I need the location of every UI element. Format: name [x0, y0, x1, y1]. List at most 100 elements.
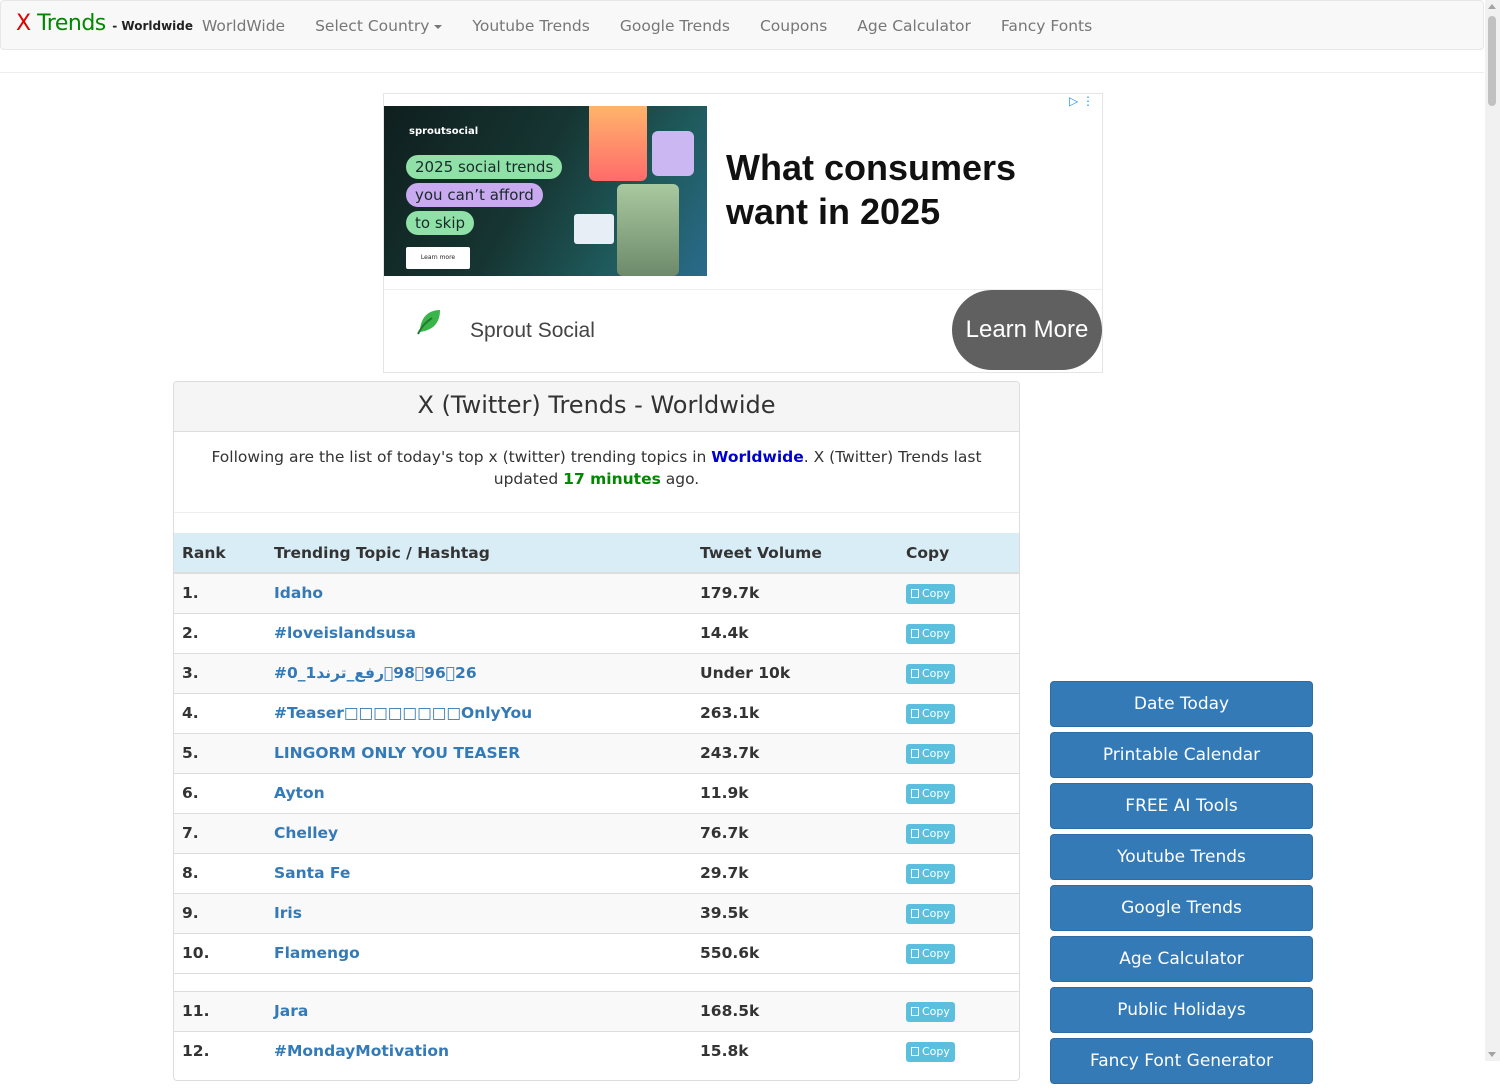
- trend-topic-link[interactable]: Chelley: [274, 824, 338, 842]
- nav-link-google-trends[interactable]: Google Trends: [605, 1, 745, 51]
- ad-image-button: Learn more: [406, 247, 470, 269]
- trend-topic-cell: Ayton: [266, 772, 692, 813]
- scrollbar-thumb[interactable]: [1488, 16, 1496, 106]
- trend-topic-link[interactable]: Jara: [274, 1002, 308, 1020]
- tweet-volume: 76.7k: [692, 812, 898, 853]
- sidebar-button-printable-calendar[interactable]: Printable Calendar: [1050, 732, 1313, 778]
- sidebar-links: Date Today Printable Calendar FREE AI To…: [1050, 681, 1313, 1089]
- copy-icon: [911, 1046, 919, 1056]
- nav-link-coupons[interactable]: Coupons: [745, 1, 842, 51]
- copy-cell: Copy: [898, 612, 1019, 653]
- copy-button[interactable]: Copy: [906, 703, 955, 724]
- nav-link-youtube-trends[interactable]: Youtube Trends: [457, 1, 604, 51]
- sidebar-button-age-calculator[interactable]: Age Calculator: [1050, 936, 1313, 982]
- ad-image-brand: sproutsocial: [409, 126, 479, 137]
- sidebar-button-youtube-trends[interactable]: Youtube Trends: [1050, 834, 1313, 880]
- table-row: 4. #Teaser□□□□□□□□OnlyYou 263.1k Copy: [174, 692, 1019, 733]
- nav-link-age-calculator[interactable]: Age Calculator: [842, 1, 986, 51]
- copy-icon: [911, 628, 919, 638]
- trend-rank: 6.: [174, 772, 266, 813]
- copy-button[interactable]: Copy: [906, 583, 955, 604]
- copy-button[interactable]: Copy: [906, 663, 955, 684]
- copy-button[interactable]: Copy: [906, 943, 955, 964]
- advertisement[interactable]: sproutsocial 2025 social trends you can’…: [383, 93, 1103, 373]
- table-row: 6. Ayton 11.9k Copy: [174, 772, 1019, 813]
- table-row: 11. Jara 168.5k Copy: [174, 990, 1019, 1031]
- copy-label: Copy: [922, 1044, 950, 1058]
- copy-cell: Copy: [898, 1030, 1019, 1071]
- tweet-volume: 179.7k: [692, 572, 898, 613]
- nav-links: WorldWide Select Country Youtube Trends …: [187, 1, 1107, 51]
- trend-topic-link[interactable]: Idaho: [274, 584, 323, 602]
- trend-topic-link[interactable]: #رفع_ترند1_0􏰀98􏰀96􏰀26: [274, 664, 477, 682]
- trend-topic-link[interactable]: Iris: [274, 904, 302, 922]
- nav-link-worldwide[interactable]: WorldWide: [187, 1, 300, 51]
- tweet-volume: 14.4k: [692, 612, 898, 653]
- ad-pill: you can’t afford: [406, 183, 543, 207]
- table-row: 8. Santa Fe 29.7k Copy: [174, 852, 1019, 893]
- scroll-up-icon[interactable]: [1488, 4, 1496, 9]
- copy-cell: Copy: [898, 692, 1019, 733]
- trend-topic-cell: Jara: [266, 990, 692, 1031]
- ad-choices-icon[interactable]: ▷ ⋮: [1069, 94, 1094, 108]
- copy-label: Copy: [922, 906, 950, 920]
- copy-button[interactable]: Copy: [906, 1001, 955, 1022]
- sprout-leaf-icon: [417, 310, 440, 335]
- sidebar-button-fancy-font-generator[interactable]: Fancy Font Generator: [1050, 1038, 1313, 1084]
- top-navbar: X Trends - Worldwide WorldWide Select Co…: [0, 0, 1484, 50]
- trend-rank: 2.: [174, 612, 266, 653]
- column-header-rank: Rank: [174, 533, 266, 574]
- copy-label: Copy: [922, 666, 950, 680]
- copy-icon: [911, 748, 919, 758]
- brand-x: X: [16, 11, 31, 36]
- column-header-volume: Tweet Volume: [692, 533, 898, 574]
- nav-link-fancy-fonts[interactable]: Fancy Fonts: [986, 1, 1107, 51]
- copy-icon: [911, 828, 919, 838]
- copy-button[interactable]: Copy: [906, 1041, 955, 1062]
- copy-button[interactable]: Copy: [906, 623, 955, 644]
- table-row: 9. Iris 39.5k Copy: [174, 892, 1019, 933]
- copy-button[interactable]: Copy: [906, 743, 955, 764]
- ad-advertiser[interactable]: Sprout Social: [470, 319, 595, 343]
- page-scrollbar[interactable]: [1485, 0, 1500, 1061]
- trends-panel: X (Twitter) Trends - Worldwide Following…: [173, 381, 1020, 1081]
- copy-icon: [911, 948, 919, 958]
- divider: [0, 72, 1484, 73]
- copy-icon: [911, 668, 919, 678]
- ad-card: [574, 214, 614, 244]
- copy-icon: [911, 588, 919, 598]
- column-header-topic: Trending Topic / Hashtag: [266, 533, 692, 574]
- trend-topic-link[interactable]: Ayton: [274, 784, 325, 802]
- scroll-down-icon[interactable]: [1488, 1052, 1496, 1057]
- trend-topic-link[interactable]: #MondayMotivation: [274, 1042, 449, 1060]
- copy-button[interactable]: Copy: [906, 863, 955, 884]
- trend-topic-link[interactable]: Flamengo: [274, 944, 360, 962]
- copy-button[interactable]: Copy: [906, 783, 955, 804]
- ad-photo: [589, 106, 647, 181]
- trend-topic-cell: Flamengo: [266, 932, 692, 973]
- sidebar-button-date-today[interactable]: Date Today: [1050, 681, 1313, 727]
- ad-learn-more-button[interactable]: Learn More: [952, 290, 1102, 370]
- nav-dropdown-select-country[interactable]: Select Country: [300, 1, 457, 51]
- sidebar-button-public-holidays[interactable]: Public Holidays: [1050, 987, 1313, 1033]
- copy-icon: [911, 708, 919, 718]
- sidebar-button-google-trends[interactable]: Google Trends: [1050, 885, 1313, 931]
- site-logo[interactable]: X Trends - Worldwide: [16, 11, 193, 36]
- desc-country: Worldwide: [711, 448, 804, 466]
- trend-topic-link[interactable]: #loveislandsusa: [274, 624, 416, 642]
- trend-topic-link[interactable]: Santa Fe: [274, 864, 350, 882]
- copy-icon: [911, 908, 919, 918]
- trend-topic-cell: #رفع_ترند1_0􏰀98􏰀96􏰀26: [266, 652, 692, 693]
- ad-image[interactable]: sproutsocial 2025 social trends you can’…: [384, 106, 707, 276]
- table-spacer-row: [174, 972, 1019, 991]
- copy-button[interactable]: Copy: [906, 903, 955, 924]
- trend-topic-link[interactable]: LINGORM ONLY YOU TEASER: [274, 744, 520, 762]
- copy-label: Copy: [922, 626, 950, 640]
- copy-icon: [911, 1006, 919, 1016]
- sidebar-button-free-ai-tools[interactable]: FREE AI Tools: [1050, 783, 1313, 829]
- trend-topic-link[interactable]: #Teaser□□□□□□□□OnlyYou: [274, 704, 532, 722]
- ad-headline[interactable]: What consumers want in 2025: [726, 146, 1046, 234]
- copy-cell: Copy: [898, 990, 1019, 1031]
- trend-rank: 7.: [174, 812, 266, 853]
- copy-button[interactable]: Copy: [906, 823, 955, 844]
